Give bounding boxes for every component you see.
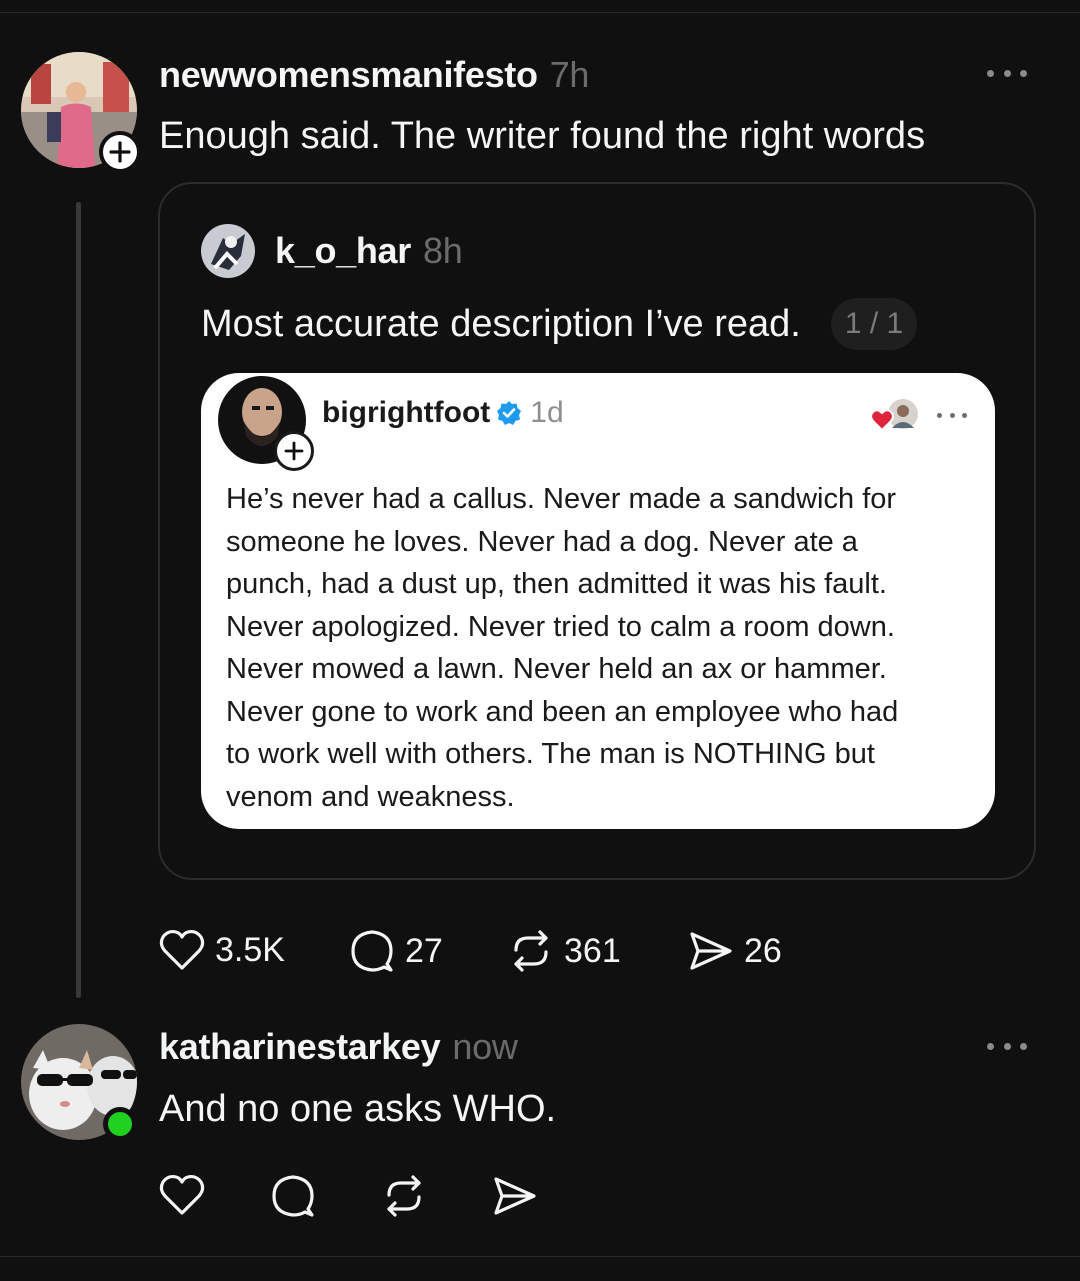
reply-button[interactable]: 27	[349, 928, 443, 974]
more-dot	[987, 69, 994, 77]
embedded-text-line: Never gone to work and been an employee …	[226, 695, 899, 728]
embedded-text-line: to work well with others. The man is NOT…	[226, 738, 875, 770]
top-divider	[0, 12, 1080, 13]
embedded-text: He’s never had a callus. Never made a sa…	[226, 478, 971, 818]
reply-like-button[interactable]	[159, 1173, 205, 1217]
embedded-username: bigrightfoot	[322, 396, 491, 429]
heart-icon	[159, 929, 205, 970]
heart-icon	[159, 1174, 205, 1215]
reply-count: 27	[405, 931, 443, 970]
embedded-text-line: venom and weakness.	[226, 780, 515, 813]
share-count: 26	[744, 931, 782, 970]
bottom-divider	[0, 1256, 1080, 1257]
reply-author[interactable]: katharinestarkey now	[159, 1026, 518, 1068]
online-status-dot	[103, 1107, 137, 1141]
embedded-text-line: Never apologized. Never tried to calm a …	[226, 610, 895, 643]
avatar-k_o_har[interactable]	[201, 224, 255, 278]
reply-more-button[interactable]	[987, 1040, 1027, 1052]
repost-icon	[387, 1175, 421, 1217]
share-button[interactable]: 26	[688, 928, 782, 974]
like-count: 3.5K	[215, 930, 285, 969]
post-text: Enough said. The writer found the right …	[159, 115, 926, 157]
heart-icon	[870, 409, 894, 432]
reply-text: And no one asks WHO.	[159, 1088, 557, 1130]
send-icon	[494, 1177, 536, 1215]
embedded-time: 1d	[530, 396, 564, 429]
reply-time: now	[452, 1026, 518, 1067]
page-indicator: 1 / 1	[831, 298, 917, 350]
reply-repost-button[interactable]	[381, 1173, 427, 1219]
embedded-author: bigrightfoot 1d	[322, 396, 564, 430]
more-dot	[1020, 69, 1027, 77]
post-username[interactable]: newwomensmanifesto	[159, 54, 538, 95]
more-dot	[1003, 69, 1011, 77]
reply-share-button[interactable]	[492, 1173, 538, 1219]
post-time: 7h	[549, 54, 590, 95]
follow-plus-badge[interactable]	[99, 131, 141, 173]
more-dot	[1020, 1042, 1027, 1050]
more-dot	[987, 1042, 994, 1050]
embedded-text-line: punch, had a dust up, then admitted it w…	[226, 568, 887, 600]
repost-button[interactable]: 361	[508, 928, 621, 974]
reply-comment-button[interactable]	[270, 1173, 316, 1219]
verified-badge-icon	[497, 401, 522, 425]
thread-line	[76, 202, 81, 998]
post-more-button[interactable]	[987, 67, 1027, 79]
like-button[interactable]: 3.5K	[159, 928, 285, 972]
embedded-text-line: Never mowed a lawn. Never held an ax or …	[226, 653, 887, 685]
embedded-text-line: He’s never had a callus. Never made a sa…	[226, 483, 897, 515]
plus-icon	[109, 141, 131, 163]
embedded-text-line: someone he loves. Never had a dog. Never…	[226, 525, 858, 558]
comment-icon	[351, 930, 393, 972]
quoted-username[interactable]: k_o_har	[275, 230, 411, 271]
comment-icon	[272, 1175, 314, 1217]
liked-by-indicator	[870, 398, 920, 432]
repost-icon	[514, 930, 548, 972]
post-author[interactable]: newwomensmanifesto 7h	[159, 54, 589, 96]
quoted-time: 8h	[422, 230, 463, 271]
embedded-follow-badge	[274, 431, 314, 471]
more-dot	[937, 412, 942, 418]
quoted-author[interactable]: k_o_har 8h	[275, 230, 463, 272]
more-dot	[1003, 1042, 1011, 1050]
reply-username[interactable]: katharinestarkey	[159, 1026, 441, 1067]
more-dot	[962, 412, 967, 418]
repost-count: 361	[564, 931, 621, 970]
send-icon	[690, 932, 732, 970]
quoted-text: Most accurate description I’ve read.	[201, 303, 801, 345]
more-dot	[949, 412, 955, 418]
plus-icon	[284, 441, 304, 461]
embedded-more-icon	[937, 409, 967, 421]
